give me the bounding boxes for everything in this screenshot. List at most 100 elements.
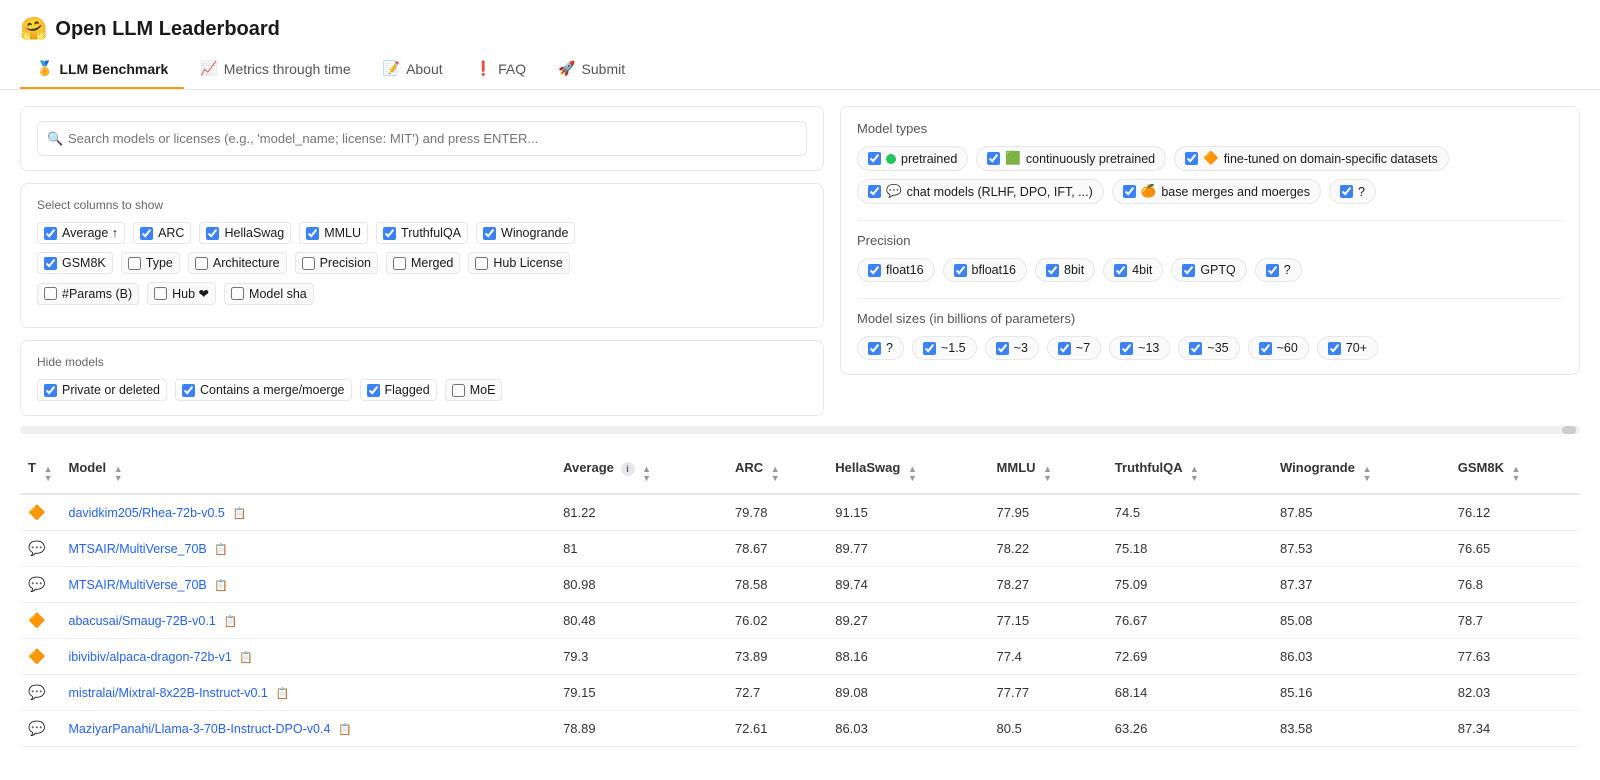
copy-icon[interactable]: 📋	[338, 724, 352, 736]
row-winogrande: 86.03	[1272, 639, 1450, 675]
th-winogrande[interactable]: Winogrande ▲▼	[1272, 450, 1450, 494]
model-link[interactable]: MTSAIR/MultiVerse_70B	[69, 578, 207, 592]
th-type[interactable]: T ▲▼	[20, 450, 61, 494]
size-1-5b[interactable]: ~1.5	[912, 336, 977, 360]
scrollbar[interactable]	[20, 426, 1580, 434]
hide-models-box: Hide models Private or deleted Contains …	[20, 340, 824, 416]
size-70b[interactable]: 70+	[1317, 336, 1378, 360]
col-arc[interactable]: ARC	[133, 222, 191, 244]
size-60b[interactable]: ~60	[1248, 336, 1309, 360]
hide-moe[interactable]: MoE	[445, 379, 503, 401]
prec-gptq[interactable]: GPTQ	[1171, 258, 1246, 282]
model-link[interactable]: abacusai/Smaug-72B-v0.1	[69, 614, 216, 628]
table-container: T ▲▼ Model ▲▼ Average i ▲▼ ARC ▲▼ Hell	[0, 450, 1600, 747]
row-truthfulqa: 74.5	[1107, 494, 1272, 531]
tab-metrics[interactable]: 📈 Metrics through time	[184, 50, 366, 89]
model-type-chips: pretrained 🟩 continuously pretrained 🔶 f…	[857, 146, 1563, 171]
model-link[interactable]: ibivibiv/alpaca-dragon-72b-v1	[69, 650, 232, 664]
left-panel: 🔍 Select columns to show Average ↑ ARC H…	[20, 106, 824, 416]
copy-icon[interactable]: 📋	[214, 544, 228, 556]
row-model: davidkim205/Rhea-72b-v0.5 📋	[61, 494, 556, 531]
th-gsm8k[interactable]: GSM8K ▲▼	[1450, 450, 1580, 494]
columns-row-3: #Params (B) Hub ❤ Model sha	[37, 282, 807, 305]
th-arc[interactable]: ARC ▲▼	[727, 450, 827, 494]
size-13b[interactable]: ~13	[1109, 336, 1170, 360]
col-precision[interactable]: Precision	[295, 252, 378, 274]
scrollbar-thumb[interactable]	[1562, 426, 1576, 434]
prec-bfloat16[interactable]: bfloat16	[943, 258, 1027, 282]
row-gsm8k: 87.34	[1450, 711, 1580, 747]
prec-8bit[interactable]: 8bit	[1035, 258, 1095, 282]
row-average: 81.22	[555, 494, 727, 531]
type-pretrained[interactable]: pretrained	[857, 146, 968, 171]
tab-faq[interactable]: ❗ FAQ	[459, 50, 542, 89]
table-row: 💬 mistralai/Mixtral-8x22B-Instruct-v0.1 …	[20, 675, 1580, 711]
th-model[interactable]: Model ▲▼	[61, 450, 556, 494]
average-info-icon[interactable]: i	[621, 462, 635, 476]
row-winogrande: 87.53	[1272, 531, 1450, 567]
col-params[interactable]: #Params (B)	[37, 283, 139, 305]
row-gsm8k: 76.8	[1450, 567, 1580, 603]
col-average[interactable]: Average ↑	[37, 222, 125, 244]
size-7b[interactable]: ~7	[1047, 336, 1101, 360]
filters-box: Model types pretrained 🟩 continuously pr…	[840, 106, 1580, 375]
copy-icon[interactable]: 📋	[223, 616, 237, 628]
table-header-row: T ▲▼ Model ▲▼ Average i ▲▼ ARC ▲▼ Hell	[20, 450, 1580, 494]
prec-unknown[interactable]: ?	[1255, 258, 1302, 282]
th-truthfulqa[interactable]: TruthfulQA ▲▼	[1107, 450, 1272, 494]
copy-icon[interactable]: 📋	[232, 508, 246, 520]
row-gsm8k: 77.63	[1450, 639, 1580, 675]
col-winogrande[interactable]: Winogrande	[476, 222, 575, 244]
th-average[interactable]: Average i ▲▼	[555, 450, 727, 494]
model-link[interactable]: mistralai/Mixtral-8x22B-Instruct-v0.1	[69, 686, 268, 700]
col-gsm8k[interactable]: GSM8K	[37, 252, 113, 274]
size-unknown[interactable]: ?	[857, 336, 904, 360]
th-mmlu[interactable]: MMLU ▲▼	[989, 450, 1107, 494]
row-type: 💬	[20, 711, 61, 747]
row-gsm8k: 76.12	[1450, 494, 1580, 531]
hide-flagged[interactable]: Flagged	[360, 379, 437, 401]
size-3b[interactable]: ~3	[985, 336, 1039, 360]
columns-box: Select columns to show Average ↑ ARC Hel…	[20, 183, 824, 328]
tab-benchmark[interactable]: 🏅 LLM Benchmark	[20, 50, 184, 89]
prec-float16[interactable]: float16	[857, 258, 935, 282]
col-hub[interactable]: Hub ❤	[147, 282, 216, 305]
table-row: 💬 MTSAIR/MultiVerse_70B 📋 80.98 78.58 89…	[20, 567, 1580, 603]
hide-merge[interactable]: Contains a merge/moerge	[175, 379, 352, 401]
col-hub-license[interactable]: Hub License	[468, 252, 570, 274]
pretrained-dot	[886, 154, 896, 164]
type-cont-pretrained[interactable]: 🟩 continuously pretrained	[976, 146, 1166, 171]
col-type[interactable]: Type	[121, 252, 180, 274]
model-link[interactable]: davidkim205/Rhea-72b-v0.5	[69, 506, 225, 520]
model-types-section: Model types pretrained 🟩 continuously pr…	[857, 121, 1563, 204]
model-link[interactable]: MaziyarPanahi/Llama-3-70B-Instruct-DPO-v…	[69, 722, 331, 736]
app-header: 🤗 Open LLM Leaderboard	[0, 0, 1600, 50]
prec-4bit[interactable]: 4bit	[1103, 258, 1163, 282]
col-architecture[interactable]: Architecture	[188, 252, 287, 274]
tab-submit-label: Submit	[582, 61, 626, 77]
col-truthfulqa[interactable]: TruthfulQA	[376, 222, 468, 244]
tab-metrics-emoji: 📈	[200, 60, 217, 77]
search-input[interactable]	[37, 121, 807, 156]
row-gsm8k: 76.65	[1450, 531, 1580, 567]
col-model-sha[interactable]: Model sha	[224, 283, 314, 305]
type-unknown[interactable]: ?	[1329, 179, 1376, 204]
tab-about[interactable]: 📝 About	[367, 50, 459, 89]
copy-icon[interactable]: 📋	[239, 652, 253, 664]
col-mmlu[interactable]: MMLU	[299, 222, 368, 244]
hide-private[interactable]: Private or deleted	[37, 379, 167, 401]
col-merged[interactable]: Merged	[386, 252, 460, 274]
th-hellaswag[interactable]: HellaSwag ▲▼	[827, 450, 988, 494]
type-finetuned[interactable]: 🔶 fine-tuned on domain-specific datasets	[1174, 146, 1449, 171]
type-merges[interactable]: 🍊 base merges and moerges	[1112, 179, 1321, 204]
copy-icon[interactable]: 📋	[275, 688, 289, 700]
copy-icon[interactable]: 📋	[214, 580, 228, 592]
col-hellaswag[interactable]: HellaSwag	[199, 222, 291, 244]
tab-submit[interactable]: 🚀 Submit	[542, 50, 641, 89]
size-35b[interactable]: ~35	[1178, 336, 1239, 360]
row-winogrande: 85.16	[1272, 675, 1450, 711]
model-link[interactable]: MTSAIR/MultiVerse_70B	[69, 542, 207, 556]
app-emoji: 🤗	[20, 16, 47, 42]
type-chat[interactable]: 💬 chat models (RLHF, DPO, IFT, ...)	[857, 179, 1104, 204]
row-model: MaziyarPanahi/Llama-3-70B-Instruct-DPO-v…	[61, 711, 556, 747]
